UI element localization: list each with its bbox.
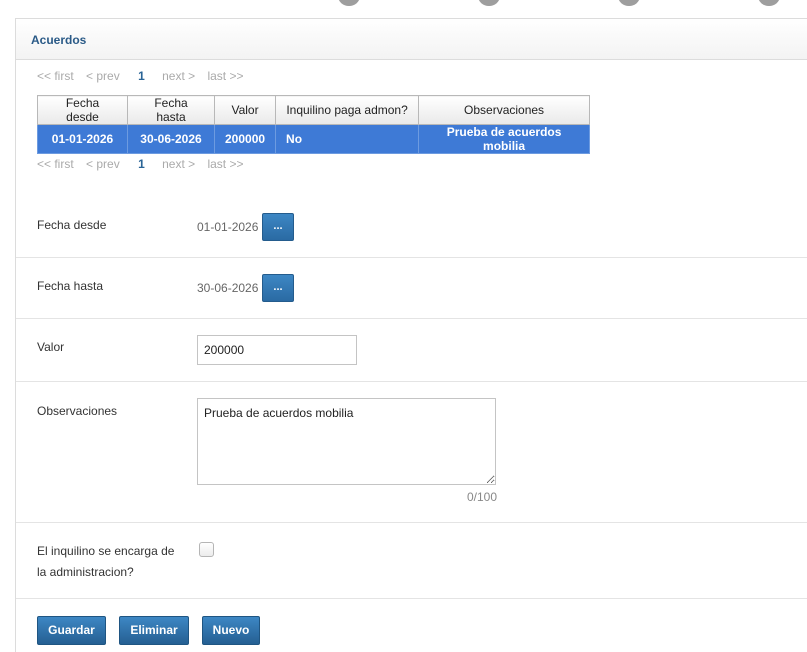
- pager-last[interactable]: last >>: [207, 69, 243, 83]
- new-button[interactable]: Nuevo: [202, 616, 260, 645]
- pager-current: 1: [138, 69, 145, 83]
- cell-valor: 200000: [213, 124, 277, 154]
- step-dot: [758, 0, 780, 6]
- col-header-fecha-desde[interactable]: Fecha desde: [37, 95, 128, 125]
- col-header-fecha-hasta[interactable]: Fecha hasta: [127, 95, 215, 125]
- fecha-hasta-value: 30-06-2026: [197, 281, 259, 295]
- wizard-step-indicators: [0, 0, 807, 6]
- pager-next[interactable]: next >: [162, 157, 195, 171]
- pager-current: 1: [138, 157, 145, 171]
- step-dot: [618, 0, 640, 6]
- cell-inquilino-paga: No: [275, 124, 420, 154]
- pager-prev[interactable]: < prev: [86, 157, 120, 171]
- step-dot: [338, 0, 360, 6]
- admin-checkbox[interactable]: [199, 542, 214, 557]
- pager-bottom: << first < prev 1 next > last >>: [37, 157, 253, 171]
- fecha-desde-picker-button[interactable]: ...: [262, 213, 294, 241]
- delete-button[interactable]: Eliminar: [119, 616, 189, 645]
- admin-label-line2: la administracion?: [37, 565, 134, 579]
- observaciones-label: Observaciones: [37, 404, 118, 418]
- observaciones-textarea[interactable]: Prueba de acuerdos mobilia: [197, 398, 496, 485]
- table-row[interactable]: 01-01-2026 30-06-2026 200000 No Prueba d…: [37, 124, 591, 154]
- form-row-admin: El inquilino se encarga de la administra…: [16, 523, 807, 599]
- col-header-valor[interactable]: Valor: [213, 95, 277, 125]
- panel-header: Acuerdos: [16, 18, 807, 60]
- pager-first[interactable]: << first: [37, 157, 74, 171]
- form-row-valor: Valor: [16, 319, 807, 382]
- valor-input[interactable]: [197, 335, 357, 365]
- save-button[interactable]: Guardar: [37, 616, 106, 645]
- col-header-observaciones[interactable]: Observaciones: [418, 95, 591, 125]
- step-dot: [478, 0, 500, 6]
- form-row-observaciones: Observaciones Prueba de acuerdos mobilia…: [16, 382, 807, 523]
- pager-next[interactable]: next >: [162, 69, 195, 83]
- pager-top: << first < prev 1 next > last >>: [37, 69, 253, 83]
- cell-observaciones: Prueba de acuerdos mobilia: [418, 124, 591, 154]
- observaciones-char-counter: 0/100: [467, 490, 498, 504]
- form-row-fecha-hasta: Fecha hasta 30-06-2026 ...: [16, 258, 807, 319]
- table-header-row: Fecha desde Fecha hasta Valor Inquilino …: [37, 95, 591, 125]
- form-row-fecha-desde: Fecha desde 01-01-2026 ...: [16, 198, 807, 258]
- acuerdos-table: Fecha desde Fecha hasta Valor Inquilino …: [37, 95, 591, 154]
- valor-label: Valor: [37, 340, 65, 354]
- fecha-desde-label: Fecha desde: [37, 218, 107, 232]
- acuerdos-panel: Acuerdos << first < prev 1 next > last >…: [15, 18, 807, 652]
- cell-fecha-hasta: 30-06-2026: [127, 124, 215, 154]
- cell-fecha-desde: 01-01-2026: [37, 124, 128, 154]
- pager-last[interactable]: last >>: [207, 157, 243, 171]
- pager-prev[interactable]: < prev: [86, 69, 120, 83]
- panel-title: Acuerdos: [31, 33, 87, 47]
- fecha-hasta-picker-button[interactable]: ...: [262, 274, 294, 302]
- fecha-hasta-label: Fecha hasta: [37, 279, 104, 293]
- admin-label-line1: El inquilino se encarga de: [37, 544, 175, 558]
- pager-first[interactable]: << first: [37, 69, 74, 83]
- col-header-inquilino-paga[interactable]: Inquilino paga admon?: [275, 95, 420, 125]
- fecha-desde-value: 01-01-2026: [197, 220, 259, 234]
